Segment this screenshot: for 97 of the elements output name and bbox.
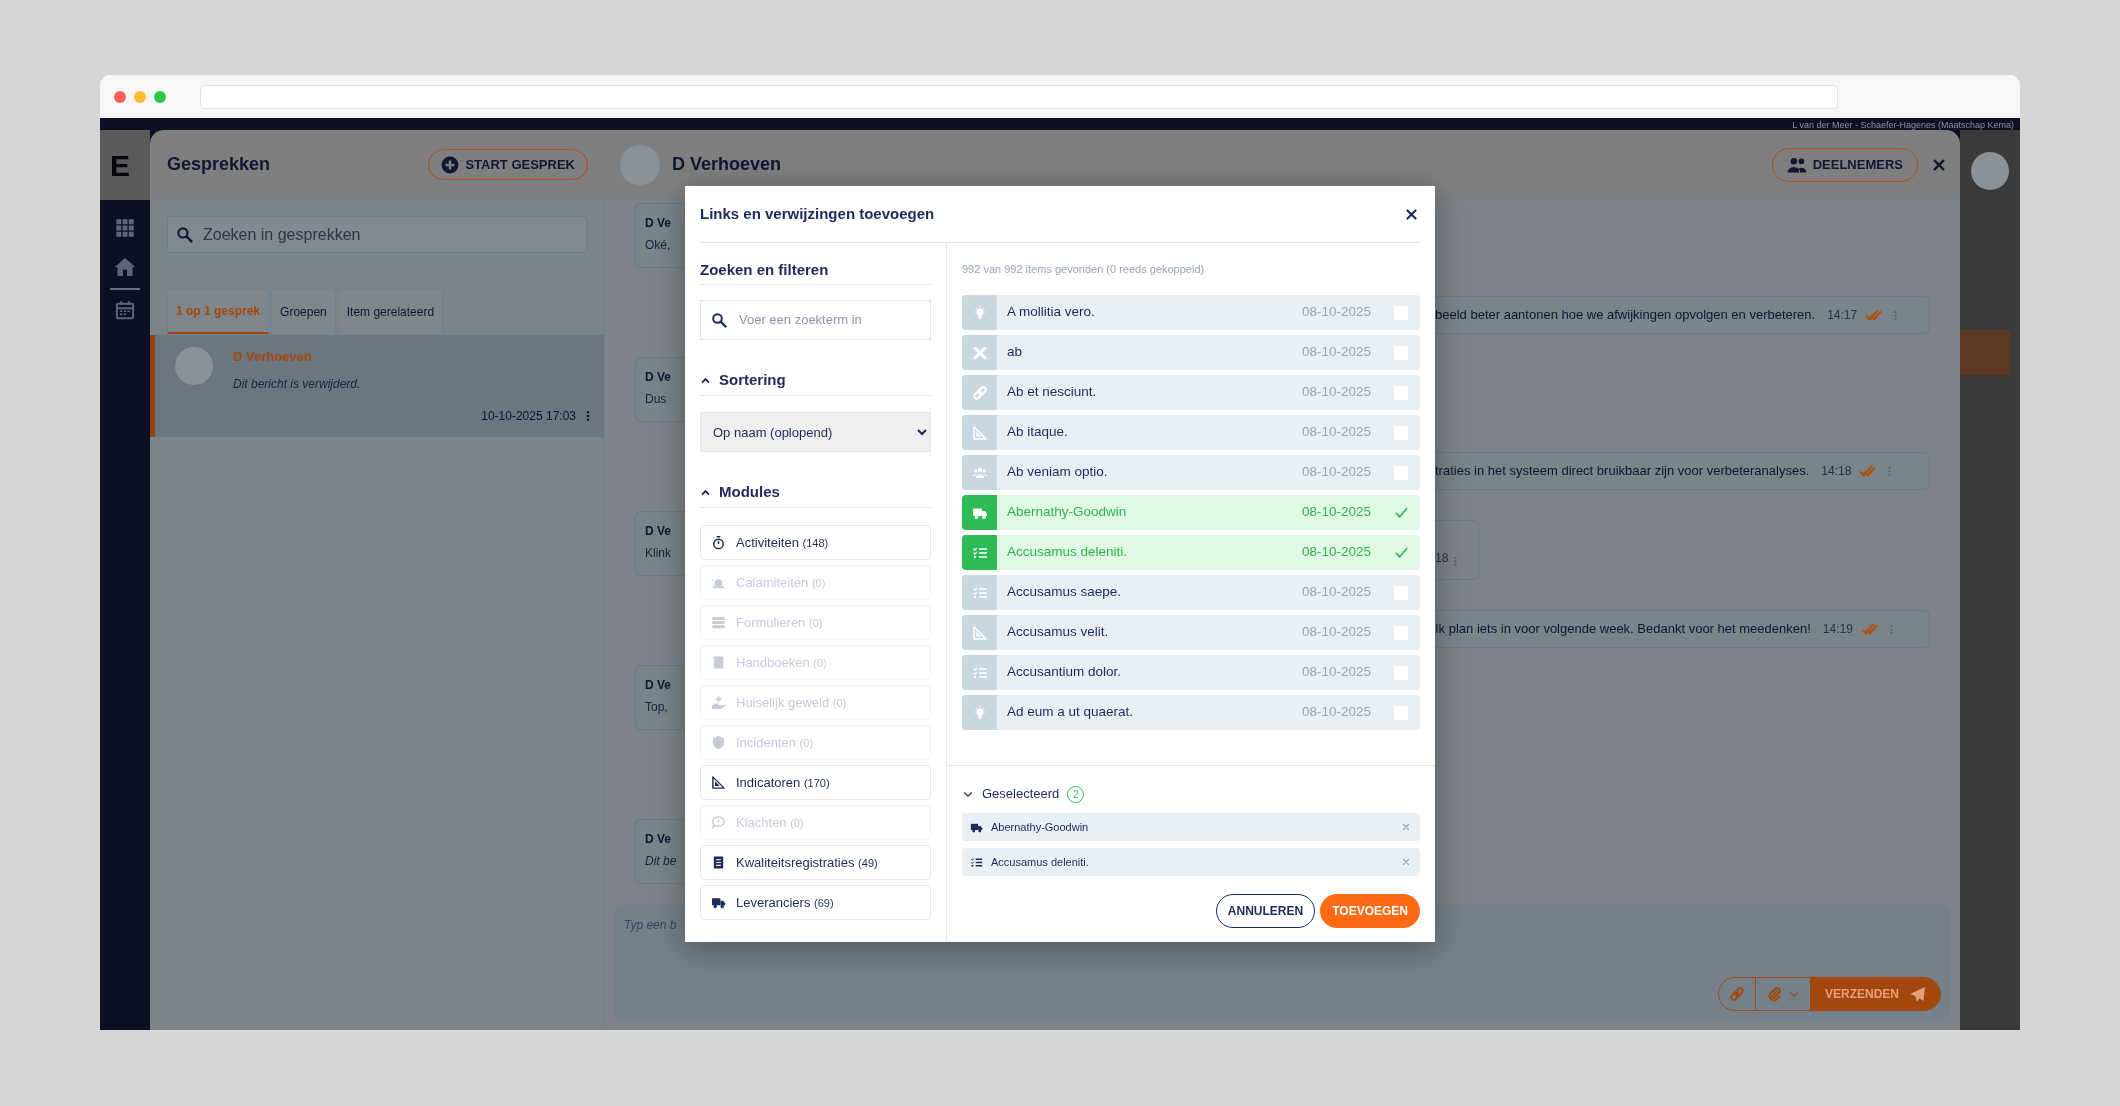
section-title: Modules — [719, 482, 780, 503]
address-bar[interactable] — [200, 84, 1838, 109]
add-button[interactable]: TOEVOEGEN — [1320, 894, 1420, 928]
result-item[interactable]: A mollitia vero. 08-10-2025 — [962, 295, 1420, 330]
result-item[interactable]: Abernathy-Goodwin 08-10-2025 — [962, 495, 1420, 530]
section-title: Geselecteerd — [982, 785, 1060, 804]
speech-bubble-icon — [711, 815, 726, 830]
result-item[interactable]: Ab et nesciunt. 08-10-2025 — [962, 375, 1420, 410]
tab[interactable]: Item gerelateerd — [337, 289, 444, 334]
result-item[interactable]: Ab itaque. 08-10-2025 — [962, 415, 1420, 450]
table-icon — [711, 615, 726, 630]
send-button[interactable]: VERZENDEN — [1811, 978, 1940, 1010]
paperclip-icon — [1766, 986, 1782, 1002]
avatar — [175, 347, 213, 385]
siren-icon — [711, 575, 726, 590]
message-time: 14:17 — [1827, 307, 1858, 324]
search-input[interactable]: Zoeken in gesprekken — [201, 221, 578, 248]
checkbox[interactable] — [1394, 505, 1408, 520]
sender-name: D Ve — [645, 369, 672, 386]
search-icon — [711, 312, 727, 328]
dialog-title: Links en verwijzingen toevoegen — [700, 203, 935, 224]
item-name: Accusamus deleniti. — [991, 854, 1090, 870]
module-button[interactable]: Activiteiten (148) — [700, 525, 931, 560]
send-icon — [1909, 985, 1926, 1003]
close-icon — [1402, 823, 1410, 831]
window-control-icon[interactable] — [134, 90, 146, 103]
link-icon — [971, 384, 988, 401]
message-text: Top, — [645, 699, 669, 716]
result-item[interactable]: Accusamus deleniti. 08-10-2025 — [962, 535, 1420, 570]
message-text: beeld beter aantonen hoe we afwijkingen opvolgen en verbeteren. — [1435, 306, 1816, 325]
contact-name: D Verhoeven — [233, 348, 313, 366]
search-icon — [176, 226, 193, 243]
close-icon — [1405, 207, 1418, 221]
tools-icon — [971, 344, 988, 361]
message-time: 14:18 — [1821, 463, 1852, 480]
result-item[interactable]: Accusantium dolor. 08-10-2025 — [962, 655, 1420, 690]
message-time: 18 — [1435, 550, 1449, 567]
sender-name: D Ve — [645, 215, 672, 232]
message-text: Ik plan iets in voor volgende week. Bedankt voor het meedenken! — [1435, 620, 1811, 639]
checklist-icon — [970, 855, 983, 869]
message-preview: Dit bericht is verwijderd. — [233, 375, 362, 393]
panel-title: Gesprekken — [167, 153, 271, 176]
message-time: 14:19 — [1822, 621, 1853, 638]
link-icon — [1729, 986, 1745, 1002]
result-item[interactable]: Ab veniam optio. 08-10-2025 — [962, 455, 1420, 490]
result-item[interactable]: ab 08-10-2025 — [962, 335, 1420, 370]
sender-name: D Ve — [645, 831, 672, 848]
module-button[interactable]: Indicatoren (170) — [700, 765, 931, 800]
check-icon — [1393, 545, 1409, 560]
clipboard-list-icon — [711, 855, 726, 870]
truck-icon — [711, 895, 726, 910]
logo: E — [100, 130, 150, 200]
search-field[interactable]: Zoeken in gesprekken — [167, 216, 587, 253]
caret-up-icon[interactable] — [700, 487, 711, 498]
close-icon — [1932, 157, 1946, 172]
result-item[interactable]: Accusamus velit. 08-10-2025 — [962, 615, 1420, 650]
section-title: Zoeken en filteren — [700, 260, 829, 281]
sort-select[interactable]: Op naam (oplopend) — [700, 412, 931, 452]
caret-up-icon[interactable] — [700, 375, 711, 386]
account-name: L van der Meer - Schaefer-Hagenes (Maatschap Kema) — [1792, 120, 2014, 131]
sender-name: D Ve — [645, 523, 672, 540]
result-count: 992 van 992 items gevonden (0 reeds gekoppeld) — [962, 262, 1206, 277]
result-item[interactable]: Accusamus saepe. 08-10-2025 — [962, 575, 1420, 610]
window-control-icon[interactable] — [154, 90, 166, 103]
item-name: Abernathy-Goodwin — [991, 819, 1090, 835]
module-button[interactable]: Kwaliteitsregistraties (49) — [700, 845, 931, 880]
banner — [1960, 330, 2010, 375]
contact-name: D Verhoeven — [672, 153, 783, 176]
result-item[interactable]: Ad eum a ut quaerat. 08-10-2025 — [962, 695, 1420, 730]
timestamp: 10-10-2025 17:03 — [481, 407, 576, 425]
cancel-button[interactable]: ANNULEREN — [1215, 894, 1316, 928]
book-icon — [711, 655, 726, 670]
tab[interactable]: Groepen — [271, 289, 336, 334]
message-text: Dit be — [645, 853, 678, 870]
avatar — [620, 144, 660, 185]
checkbox[interactable] — [1394, 545, 1408, 560]
window-control-icon[interactable] — [114, 90, 126, 103]
check-icon — [1393, 505, 1409, 520]
avatar[interactable] — [1971, 152, 2009, 190]
section-title: Sortering — [719, 370, 786, 391]
message-text: Oké, — [645, 237, 672, 254]
module-button[interactable]: Leveranciers (69) — [700, 885, 931, 920]
shield-icon — [711, 735, 726, 750]
remove-button[interactable] — [1400, 856, 1412, 868]
stopwatch-icon — [711, 535, 726, 550]
message-text: Klink — [645, 545, 672, 562]
close-icon — [1402, 858, 1410, 866]
message-text: Dus — [645, 391, 668, 408]
remove-button[interactable] — [1400, 821, 1412, 833]
home-icon[interactable] — [114, 256, 136, 278]
sender-name: D Ve — [645, 677, 672, 694]
message-text: traties in het systeem direct bruikbaar zijn voor verbeteranalyses. — [1435, 462, 1810, 481]
plus-circle-icon — [441, 155, 460, 174]
calendar-icon[interactable] — [115, 300, 135, 320]
grid-icon[interactable] — [115, 218, 135, 238]
hand-icon — [711, 695, 726, 710]
conversation-item[interactable]: D Verhoeven Dit bericht is verwijderd. 10-10-2025 17:03 — [150, 335, 604, 437]
